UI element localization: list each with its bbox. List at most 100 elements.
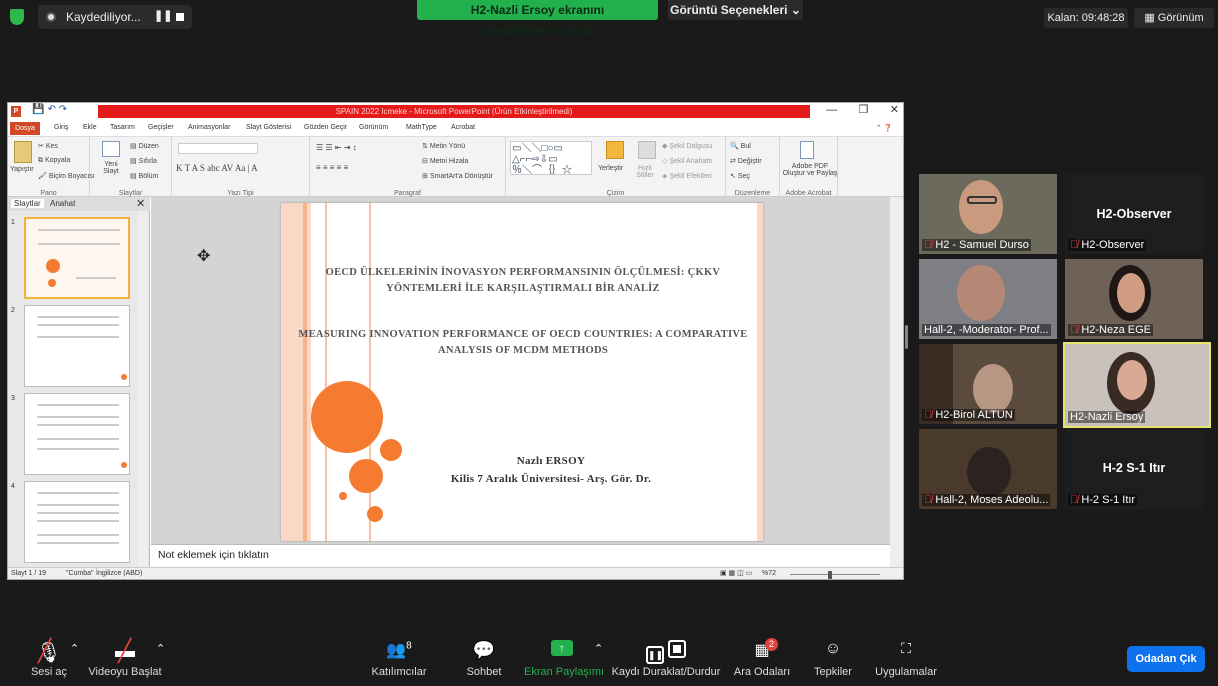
zoom-slider[interactable] <box>790 574 880 575</box>
leave-button[interactable]: Odadan Çık <box>1127 646 1205 672</box>
language[interactable]: İngilizce (ABD) <box>96 570 142 577</box>
align-buttons[interactable]: ≡ ≡ ≡ ≡ ≡ <box>316 163 348 172</box>
slide-scrollbar[interactable] <box>890 197 903 544</box>
copy-button[interactable]: ⧉ Kopyala <box>38 157 70 165</box>
section-button[interactable]: ▤ Bölüm <box>130 172 158 180</box>
group-label-adobe-acrobat: Adobe Acrobat <box>785 190 832 197</box>
video-options-chevron-icon[interactable]: ⌃ <box>156 642 165 655</box>
tab-dosya[interactable]: Dosya <box>10 122 40 135</box>
chevron-down-icon: ⌄ <box>790 3 801 17</box>
pause-stop-recording-button[interactable]: ❚❚ Kaydı Duraklat/Durdur <box>610 640 722 678</box>
pause-recording-icon[interactable]: ❚❚ <box>154 9 172 22</box>
share-screen-button[interactable]: ↑ Ekran Paylaşımı <box>524 640 604 678</box>
zoom-level[interactable]: %72 <box>762 570 776 577</box>
tab-giris[interactable]: Giriş <box>54 124 68 131</box>
tab-gozden-gecir[interactable]: Gözden Geçir <box>304 124 347 131</box>
slide-circle-large <box>311 381 383 453</box>
select-button[interactable]: ↖ Seç <box>730 172 750 180</box>
view-options-button[interactable]: Görüntü Seçenekleri ⌄ <box>668 0 803 20</box>
smartart-button[interactable]: ⊞ SmartArt'a Dönüştür <box>422 172 493 180</box>
adobe-pdf-icon[interactable] <box>800 141 814 159</box>
text-direction-label: Metin Yönü <box>429 143 466 150</box>
notes-pane[interactable]: Not eklemek için tıklatın <box>151 544 890 567</box>
paste-icon[interactable] <box>14 141 32 163</box>
participant-tile[interactable]: Hall-2, -Moderator- Prof... <box>919 259 1057 339</box>
thumb-line <box>37 416 119 418</box>
list-buttons[interactable]: ☰ ☰ ⇤ ⇥ ↕ <box>316 143 357 152</box>
tab-gecisler[interactable]: Geçişler <box>148 124 174 131</box>
participant-name: Hall-2, -Moderator- Prof... <box>922 324 1051 336</box>
shape-fill-button[interactable]: ◆ Şekil Dolgusu <box>662 142 712 150</box>
view-button[interactable]: ▦ Görünüm <box>1134 8 1214 28</box>
tab-gorunum[interactable]: Görünüm <box>359 124 388 131</box>
notes-scrollbar[interactable] <box>890 544 903 567</box>
participant-tile[interactable]: 🎙̸ H2-Neza EGE <box>1065 259 1203 339</box>
slide-thumbnail-1[interactable] <box>24 217 130 299</box>
participant-tile-active[interactable]: H2-Nazli Ersoy <box>1063 342 1211 428</box>
slide-affiliation: Kilis 7 Aralık Üniversitesi- Arş. Gör. D… <box>450 473 652 485</box>
layout-button[interactable]: ▤ Düzen <box>130 142 159 150</box>
breakout-rooms-button[interactable]: ▦ 2 Ara Odaları <box>733 638 791 678</box>
participant-tile[interactable]: 🎙̸ Hall-2, Moses Adeolu... <box>919 429 1057 509</box>
participant-tile[interactable]: H2-Observer 🎙̸ H2-Observer <box>1065 174 1203 254</box>
adobe-pdf-label[interactable]: Adobe PDF Oluştur ve Paylaş <box>782 163 838 177</box>
close-pane-icon[interactable]: ✕ <box>136 197 145 210</box>
participant-big-name: H-2 S-1 Itır <box>1102 461 1166 475</box>
reset-button[interactable]: ▤ Sıfırla <box>130 157 157 165</box>
font-format-buttons[interactable]: K T A S abc AV Aa | A <box>176 163 258 173</box>
video-off-icon: ▬ ╱ <box>115 638 135 663</box>
shapes-gallery[interactable]: ▭＼＼□○▭ △⌐⌐⇨⇩▭ ％＼⌒｛｝☆ <box>510 141 592 176</box>
chat-button[interactable]: 💬 Sohbet <box>462 640 506 678</box>
window-controls[interactable]: — ❐ ✕ <box>820 103 899 116</box>
slide-thumbnail-4[interactable] <box>24 481 130 563</box>
thumb-circle <box>48 279 56 287</box>
font-name-select[interactable] <box>178 143 258 154</box>
arrange-icon[interactable] <box>606 141 624 159</box>
replace-button[interactable]: ⇄ Değiştir <box>730 157 762 165</box>
participant-tile[interactable]: 🎙̸ H2-Birol ALTUN <box>919 344 1057 424</box>
participants-button[interactable]: 👥8 Katılımcılar <box>364 640 434 678</box>
tab-tasarim[interactable]: Tasarım <box>110 124 135 131</box>
cut-button[interactable]: ✂ Kes <box>38 142 58 150</box>
tab-ekle[interactable]: Ekle <box>83 124 97 131</box>
new-slide-icon[interactable] <box>102 141 120 157</box>
arrange-label[interactable]: Yerleştir <box>598 165 623 172</box>
thumbnail-scrollbar[interactable] <box>138 211 148 567</box>
reactions-button[interactable]: ☺ Tepkiler <box>809 640 857 678</box>
zoom-slider-handle[interactable] <box>828 571 832 579</box>
gallery-resize-handle[interactable] <box>905 325 908 349</box>
unmute-button[interactable]: 🎙 ╱ Sesi aç <box>24 638 74 678</box>
paste-label[interactable]: Yapıştır <box>10 166 34 173</box>
shape-effects-button[interactable]: ◈ Şekil Efektleri <box>662 172 712 180</box>
tab-anahat[interactable]: Anahat <box>50 199 75 208</box>
find-button[interactable]: 🔍 Bul <box>730 142 751 150</box>
tab-acrobat[interactable]: Acrobat <box>451 124 475 131</box>
format-painter-button[interactable]: 🖌 Biçim Boyacısı <box>38 172 95 180</box>
help-icon[interactable]: ⌃ ❓ <box>876 124 893 132</box>
participant-tile[interactable]: H-2 S-1 Itır 🎙̸ H-2 S-1 Itır <box>1065 429 1203 509</box>
quick-styles-icon[interactable] <box>638 141 656 159</box>
shape-effects-label: Şekil Efektleri <box>669 173 712 180</box>
participant-count: 8 <box>406 640 412 652</box>
stop-recording-icon[interactable] <box>176 13 184 21</box>
participant-tile[interactable]: 🎙̸ H2 - Samuel Durso <box>919 174 1057 254</box>
quick-styles-label[interactable]: Hızlı Stiller <box>632 165 658 179</box>
security-shield-icon[interactable] <box>10 9 24 25</box>
new-slide-label[interactable]: Yeni Slayt <box>100 161 122 175</box>
share-options-chevron-icon[interactable]: ⌃ <box>594 642 603 655</box>
align-text-button[interactable]: ⊟ Metni Hizala <box>422 157 468 165</box>
tab-slaytlar[interactable]: Slaytlar <box>11 199 44 208</box>
text-direction-button[interactable]: ⇅ Metin Yönü <box>422 142 465 150</box>
apps-button[interactable]: ⛶ Uygulamalar <box>872 640 940 678</box>
slide-thumbnail-3[interactable] <box>24 393 130 475</box>
tab-slayt-gosterisi[interactable]: Slayt Gösterisi <box>246 124 291 131</box>
start-video-button[interactable]: ▬ ╱ Videoyu Başlat <box>88 638 162 678</box>
tab-animasyonlar[interactable]: Animasyonlar <box>188 124 230 131</box>
current-slide[interactable]: OECD ÜLKELERİNİN İNOVASYON PERFORMANSINI… <box>281 203 763 541</box>
slide-thumbnail-2[interactable] <box>24 305 130 387</box>
tab-mathtype[interactable]: MathType <box>406 124 437 131</box>
shape-outline-button[interactable]: ◇ Şekil Anahattı <box>662 157 712 165</box>
audio-options-chevron-icon[interactable]: ⌃ <box>70 642 79 655</box>
quick-access-icons[interactable]: 💾 ↶ ↷ <box>24 104 67 115</box>
view-buttons[interactable]: ▣ ▦ ◫ ▭ <box>720 569 752 577</box>
